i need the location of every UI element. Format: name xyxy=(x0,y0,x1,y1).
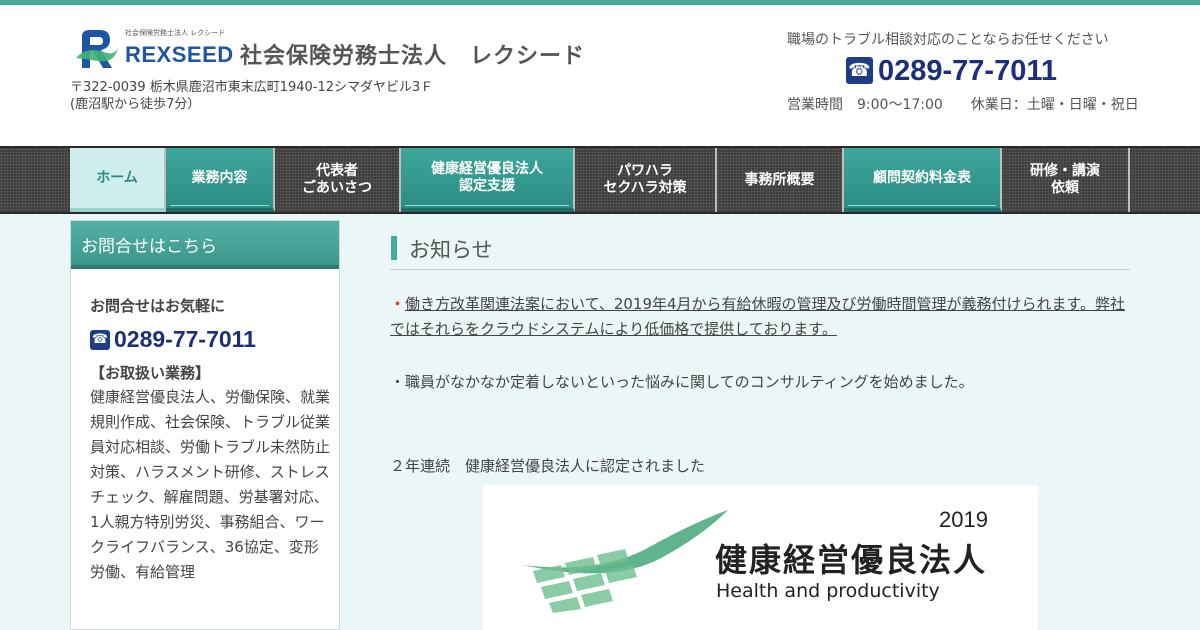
services-list: 健康経営優良法人、労働保険、就業規則作成、社会保険、トラブル従業員対応相談、労働… xyxy=(90,388,331,581)
sidebar-lead: お問合せはお気軽に xyxy=(90,297,226,315)
certification-image: 2019 健康経営優良法人 Health and productivity xyxy=(483,485,1038,630)
phone-icon: ☎ xyxy=(846,57,873,84)
main-nav: ホーム 業務内容 代表者 ごあいさつ 健康経営優良法人 認定支援 パワハラ セク… xyxy=(0,146,1200,214)
health-productivity-logo-icon xyxy=(523,510,728,613)
logo-text: REXSEED xyxy=(125,42,234,67)
news-bullet: ・ xyxy=(390,295,406,313)
news-heading: お知らせ xyxy=(390,232,1130,270)
certification-text: ２年連続 健康経営優良法人に認定されました xyxy=(390,457,706,475)
site-logo[interactable]: 社会保険労務士法人 レクシード REXSEED xyxy=(74,28,234,74)
nav-item-health-certification[interactable]: 健康経営優良法人 認定支援 xyxy=(401,148,575,212)
sidebar-heading: お問合せはこちら xyxy=(71,221,339,269)
header-phone-number[interactable]: 0289-77-7011 xyxy=(878,54,1057,88)
business-hours: 営業時間 9:00～17:00 休業日：土曜・日曜・祝日 xyxy=(787,97,1139,113)
certification-subtitle: Health and productivity xyxy=(716,580,940,602)
certification-year: 2019 xyxy=(939,507,988,532)
news-heading-text: お知らせ xyxy=(409,238,493,262)
news-item: ・職員がなかなか定着しないといった悩みに関してのコンサルティングを始めました。 xyxy=(390,371,1130,392)
nav-item-pricing[interactable]: 顧問契約料金表 xyxy=(844,148,1002,212)
sidebar-phone-number[interactable]: 0289-77-7011 xyxy=(114,324,256,354)
news-text: 職員がなかなか定着しないといった悩みに関してのコンサルティングを始めました。 xyxy=(405,373,974,391)
services-title: 【お取扱い業務】 xyxy=(90,364,211,382)
main-content: お知らせ ・働き方改革関連法案において、2019年4月から有給休暇の管理及び労働… xyxy=(390,230,1132,630)
sidebar-phone[interactable]: ☎ 0289-77-7011 xyxy=(90,324,330,354)
nav-item-training[interactable]: 研修・講演 依頼 xyxy=(1002,148,1130,212)
nav-item-office[interactable]: 事務所概要 xyxy=(717,148,844,212)
nav-item-services[interactable]: 業務内容 xyxy=(166,148,275,212)
nav-item-home[interactable]: ホーム xyxy=(70,148,166,212)
header-phone[interactable]: ☎ 0289-77-7011 xyxy=(846,54,1057,88)
sidebar-content: お問合せはお気軽に ☎ 0289-77-7011 【お取扱い業務】 健康経営優良法… xyxy=(90,295,330,585)
certification-title: 健康経営優良法人 xyxy=(715,541,988,579)
phone-icon: ☎ xyxy=(90,330,110,350)
header-tagline: 職場のトラブル相談対応のことならお任せください xyxy=(787,32,1109,48)
site-header: 社会保険労務士法人 レクシード REXSEED 社会保険労務士法人 レクシード … xyxy=(0,5,1200,146)
news-bullet: ・ xyxy=(390,373,406,391)
address-note: (鹿沼駅から徒歩7分） xyxy=(70,97,201,112)
nav-item-harassment[interactable]: パワハラ セクハラ対策 xyxy=(575,148,717,212)
news-link[interactable]: 働き方改革関連法案において、2019年4月から有給休暇の管理及び労働時間管理が義… xyxy=(390,295,1125,338)
site-title: 社会保険労務士法人 レクシード xyxy=(240,44,586,69)
rexseed-logo-icon xyxy=(76,30,118,68)
sidebar-heading-text: お問合せはこちら xyxy=(81,237,217,257)
nav-item-greeting[interactable]: 代表者 ごあいさつ xyxy=(275,148,401,212)
news-item: ・働き方改革関連法案において、2019年4月から有給休暇の管理及び労働時間管理が… xyxy=(390,292,1130,342)
heading-accent-bar xyxy=(391,236,397,260)
sidebar-contact: お問合せはこちら お問合せはお気軽に ☎ 0289-77-7011 【お取扱い業務… xyxy=(70,220,340,630)
logo-tagline: 社会保険労務士法人 レクシード xyxy=(125,29,226,37)
